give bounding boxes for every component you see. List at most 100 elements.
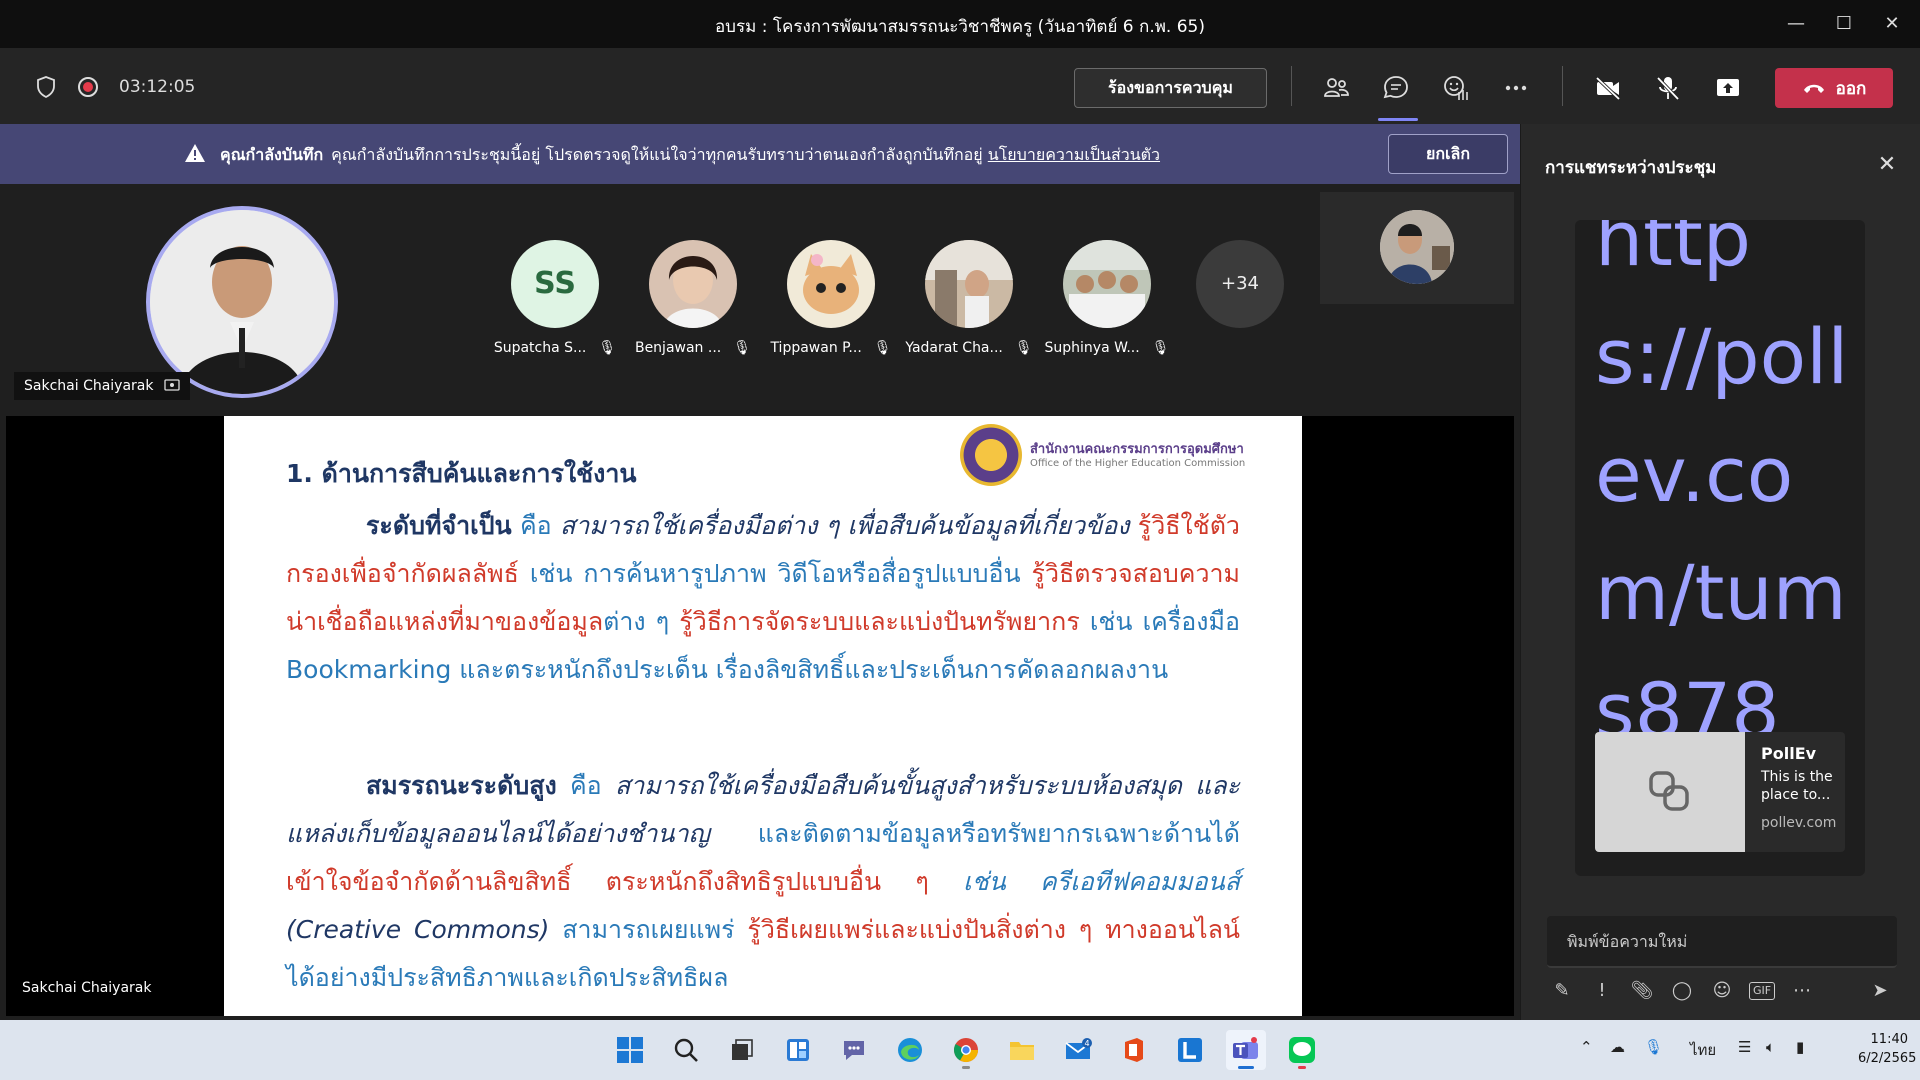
emoji-icon[interactable]: ☺ — [1709, 978, 1735, 1004]
mic-muted-icon: 🎙︎ — [1151, 340, 1170, 356]
leave-label: ออก — [1835, 78, 1867, 99]
slide-text: เข้าใจข้อจำกัดด้านลิขสิทธิ์ ตระหนักถึงสิ… — [286, 867, 929, 896]
chat-icon[interactable] — [1378, 70, 1414, 106]
banner-message: คุณกำลังบันทึก คุณกำลังบันทึกการประชุมนี้… — [214, 143, 1160, 168]
volume-icon[interactable]: 🔈︎ — [1766, 1038, 1775, 1056]
mail-icon[interactable]: 4 — [1058, 1030, 1098, 1070]
self-view[interactable] — [1320, 192, 1514, 304]
close-icon[interactable]: ✕ — [1872, 8, 1912, 40]
mic-muted-icon: 🎙︎ — [873, 340, 892, 356]
warning-icon — [185, 144, 205, 162]
avatar — [787, 240, 875, 328]
slide-text: คือ — [569, 771, 602, 800]
task-view-icon[interactable] — [722, 1030, 762, 1070]
loop-component-icon[interactable]: ◯ — [1669, 978, 1695, 1004]
presentation-slide: 1. ด้านการสืบค้นและการใช้งาน สำนักงานคณะ… — [224, 416, 1302, 1016]
edge-icon[interactable] — [890, 1030, 930, 1070]
show-hidden-icons-icon[interactable]: ⌃ — [1580, 1038, 1593, 1056]
teams-chat-icon[interactable] — [834, 1030, 874, 1070]
maximize-icon[interactable]: ☐ — [1824, 8, 1864, 40]
microphone-icon[interactable]: 🎙︎ — [1644, 1038, 1663, 1056]
line-icon[interactable] — [1282, 1030, 1322, 1070]
preview-title: PollEv — [1761, 744, 1817, 763]
office-icon[interactable] — [1114, 1030, 1154, 1070]
mic-off-icon[interactable] — [1650, 70, 1686, 106]
preview-domain: pollev.com — [1761, 815, 1837, 831]
mic-muted-icon: 🎙︎ — [598, 340, 617, 356]
important-icon[interactable]: ! — [1589, 978, 1615, 1004]
pin-icon[interactable] — [163, 379, 180, 393]
toolbar-divider — [1291, 66, 1292, 106]
host-name: Sakchai Chaiyarak — [24, 378, 154, 394]
link-icon — [1595, 732, 1745, 852]
people-icon[interactable] — [1318, 70, 1354, 106]
participant-tile[interactable]: Tippawan P... 🎙︎ — [766, 240, 896, 356]
clock-date: 6/2/2565 — [1858, 1051, 1917, 1066]
slide-text: รู้วิธีการจัดระบบและแบ่งปันทรัพยากร — [679, 607, 1080, 636]
share-screen-icon[interactable] — [1710, 70, 1746, 106]
chat-title: การแชทระหว่างประชุม — [1545, 158, 1717, 178]
minimize-icon[interactable]: — — [1776, 8, 1816, 40]
slide-text: เช่น ครีเอทีฟคอมมอนส์ — [963, 867, 1240, 896]
slide-text: (Creative Commons) — [286, 915, 550, 944]
attach-icon[interactable]: 📎︎ — [1629, 978, 1655, 1004]
more-tools-icon[interactable]: ⋯ — [1789, 978, 1815, 1004]
l-app-icon[interactable] — [1170, 1030, 1210, 1070]
start-icon[interactable] — [610, 1030, 650, 1070]
avatar — [649, 240, 737, 328]
widgets-icon[interactable] — [778, 1030, 818, 1070]
chat-compose-box[interactable] — [1547, 916, 1897, 968]
language-indicator[interactable]: ไทย — [1690, 1038, 1716, 1062]
slide-text: ต่าง ๆ — [603, 607, 670, 636]
slide-paragraph-basic: ระดับที่จำเป็น คือ สามารถใช้เครื่องมือต่… — [286, 502, 1240, 694]
onedrive-icon[interactable]: ☁ — [1610, 1038, 1625, 1056]
battery-icon[interactable]: ▮ — [1796, 1038, 1804, 1056]
more-options-icon[interactable] — [1498, 70, 1534, 106]
slide-text: คือ — [519, 511, 552, 540]
camera-off-icon[interactable] — [1590, 70, 1626, 106]
privacy-policy-link[interactable]: นโยบายความเป็นส่วนตัว — [988, 145, 1160, 164]
avatar: SS — [511, 240, 599, 328]
system-clock[interactable]: 11:40 6/2/2565 — [1858, 1030, 1917, 1068]
participant-name: Supatcha S... — [493, 340, 587, 356]
meeting-timer: 03:12:05 — [119, 77, 196, 97]
participant-tile[interactable]: Benjawan ... 🎙︎ — [628, 240, 758, 356]
ohec-logo: สำนักงานคณะกรรมการการอุดมศึกษา Office of… — [960, 424, 1300, 490]
chat-active-indicator — [1378, 118, 1418, 121]
participant-tile[interactable]: Suphinya W... 🎙︎ — [1042, 240, 1172, 356]
meeting-stage: Sakchai Chaiyarak SS Supatcha S... 🎙︎ Ben… — [0, 184, 1520, 1020]
participant-name: Benjawan ... — [634, 340, 722, 356]
more-participants-button[interactable]: +34 — [1196, 240, 1284, 328]
host-avatar — [146, 206, 338, 398]
request-control-button[interactable]: ร้องขอการควบคุม — [1074, 68, 1267, 108]
mic-muted-icon: 🎙︎ — [733, 340, 752, 356]
chat-link[interactable]: https://pollev.com/tums878 — [1595, 220, 1855, 770]
leave-button[interactable]: ออก — [1775, 68, 1893, 108]
clock-time: 11:40 — [1870, 1032, 1908, 1047]
running-indicator — [1238, 1066, 1254, 1069]
cancel-recording-notice-button[interactable]: ยกเลิก — [1388, 134, 1508, 174]
banner-text: คุณกำลังบันทึกการประชุมนี้อยู่ โปรดตรวจด… — [331, 145, 983, 164]
teams-icon[interactable] — [1226, 1030, 1266, 1070]
participant-tile[interactable]: Yadarat Cha... 🎙︎ — [904, 240, 1034, 356]
chat-message: https://pollev.com/tums878 PollEv This i… — [1575, 220, 1865, 876]
slide-text: รู้วิธีเผยแพร่และแบ่งปันสิ่งต่าง ๆ ทางออ… — [747, 915, 1240, 944]
shield-icon[interactable] — [36, 76, 56, 98]
send-icon[interactable]: ➤ — [1867, 978, 1893, 1004]
search-icon[interactable] — [666, 1030, 706, 1070]
host-name-label: Sakchai Chaiyarak — [14, 372, 190, 400]
participant-name: Tippawan P... — [770, 340, 862, 356]
format-icon[interactable]: ✎ — [1549, 978, 1575, 1004]
participant-tile[interactable]: SS Supatcha S... 🎙︎ — [490, 240, 620, 356]
chrome-icon[interactable] — [946, 1030, 986, 1070]
close-chat-icon[interactable]: ✕ — [1873, 152, 1901, 177]
file-explorer-icon[interactable] — [1002, 1030, 1042, 1070]
presenter-name-label: Sakchai Chaiyarak — [22, 980, 152, 996]
reactions-icon[interactable] — [1438, 70, 1474, 106]
gif-icon[interactable]: GIF — [1749, 982, 1775, 1000]
link-preview-card[interactable]: PollEv This is the place to... pollev.co… — [1595, 732, 1845, 852]
new-message-input[interactable] — [1547, 916, 1897, 966]
slide-heading: 1. ด้านการสืบค้นและการใช้งาน — [286, 459, 637, 488]
wifi-icon[interactable]: ☰ — [1738, 1038, 1751, 1056]
logo-text-th: สำนักงานคณะกรรมการการอุดมศึกษา — [1030, 442, 1244, 457]
